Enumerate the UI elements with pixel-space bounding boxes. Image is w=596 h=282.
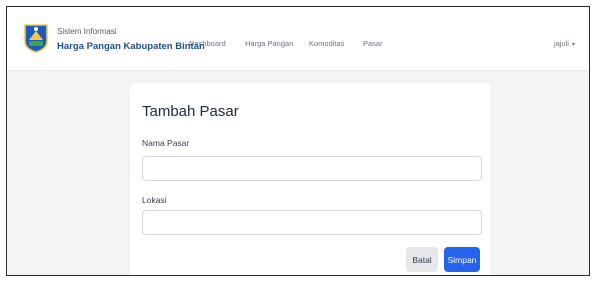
market-name-input[interactable] bbox=[142, 156, 482, 181]
regency-crest-logo[interactable] bbox=[23, 23, 49, 53]
nav-item-komoditas[interactable]: Komoditas bbox=[309, 39, 344, 48]
location-label: Lokasi bbox=[142, 195, 167, 205]
user-menu[interactable]: jajuli ▾ bbox=[554, 39, 575, 48]
nav-item-harga-pangan[interactable]: Harga Pangan bbox=[245, 39, 293, 48]
location-input[interactable] bbox=[142, 210, 482, 235]
app-subtitle: Sistem Informasi bbox=[57, 27, 117, 36]
add-market-form-card: Tambah Pasar Nama Pasar Lokasi Batal Sim… bbox=[130, 83, 491, 275]
app-window: Sistem Informasi Harga Pangan Kabupaten … bbox=[6, 6, 590, 276]
nav-item-dashboard[interactable]: Dashboard bbox=[189, 39, 226, 48]
app-title[interactable]: Harga Pangan Kabupaten Bintan bbox=[57, 41, 205, 52]
nav-item-pasar[interactable]: Pasar bbox=[363, 39, 383, 48]
top-navbar: Sistem Informasi Harga Pangan Kabupaten … bbox=[7, 7, 589, 71]
cancel-button[interactable]: Batal bbox=[406, 247, 438, 272]
user-name: jajuli bbox=[553, 39, 569, 48]
save-button[interactable]: Simpan bbox=[444, 247, 480, 272]
chevron-down-icon: ▾ bbox=[571, 42, 575, 48]
market-name-label: Nama Pasar bbox=[142, 138, 190, 148]
form-title: Tambah Pasar bbox=[142, 103, 239, 120]
